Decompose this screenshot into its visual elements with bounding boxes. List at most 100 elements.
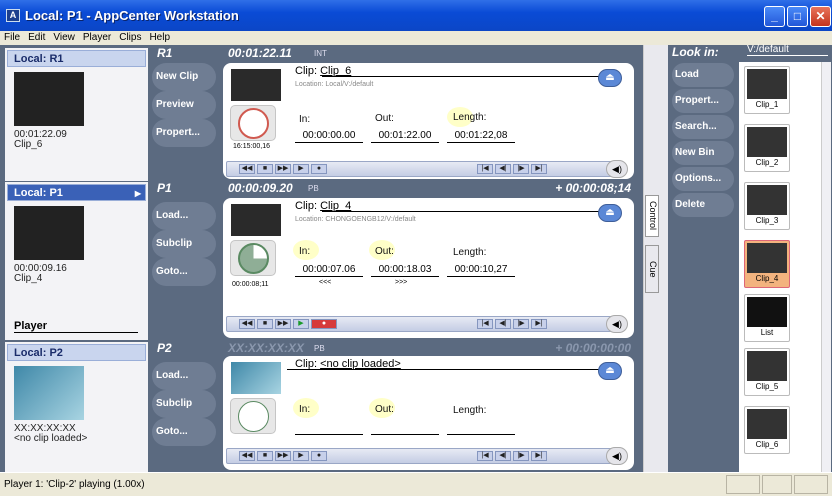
delete-button[interactable]: Delete (672, 193, 734, 217)
go-end-icon[interactable]: ▶| (531, 319, 547, 329)
bin-clip[interactable]: Clip_6 (744, 406, 790, 454)
bin-clip[interactable]: Clip_5 (744, 348, 790, 396)
step-forward-icon[interactable]: |▶ (513, 319, 529, 329)
p1-load-button[interactable]: Load... (152, 202, 216, 230)
go-end-icon[interactable]: ▶| (531, 451, 547, 461)
p2-in-label: In: (299, 404, 311, 415)
menu-player[interactable]: Player (79, 31, 115, 45)
r1-properties-button[interactable]: Propert... (152, 119, 216, 147)
bin-properties-button[interactable]: Propert... (672, 89, 734, 113)
speaker-icon[interactable]: ◀) (606, 315, 628, 333)
speaker-icon[interactable]: ◀) (606, 447, 628, 465)
step-forward-icon[interactable]: |▶ (513, 451, 529, 461)
list-icon (747, 297, 787, 327)
bin-path[interactable]: V:/default (747, 44, 828, 56)
rewind-icon[interactable]: ◀◀ (239, 164, 255, 174)
play-icon[interactable]: ▶ (293, 451, 309, 461)
step-back-icon[interactable]: ◀| (495, 451, 511, 461)
bin-load-button[interactable]: Load (672, 63, 734, 87)
p1-clip-thumbnail (231, 204, 281, 236)
p1-body: Clip: Clip_4 Location: CHONGOENGB12/V:/d… (223, 198, 634, 338)
p2-clip-line (287, 369, 600, 370)
r1-length-timecode: 00:01:22,08 (447, 130, 515, 143)
bin-search-button[interactable]: Search... (672, 115, 734, 139)
bin-clip-label: Clip_4 (755, 274, 779, 283)
p2-clip-thumbnail (231, 362, 281, 394)
step-back-icon[interactable]: ◀| (495, 319, 511, 329)
new-bin-button[interactable]: New Bin (672, 141, 734, 165)
p1-transport-bar: ◀◀ ■ ▶▶ ▶ ● |◀ ◀| |▶ ▶| (226, 316, 621, 332)
p1-goto-button[interactable]: Goto... (152, 258, 216, 286)
p2-goto-button[interactable]: Goto... (152, 418, 216, 446)
bin-scrollbar[interactable] (821, 62, 831, 472)
menu-help[interactable]: Help (145, 31, 174, 45)
bin-clip[interactable]: Clip_4 (744, 240, 790, 288)
p1-length-timecode: 00:00:10,27 (447, 264, 515, 277)
rewind-icon[interactable]: ◀◀ (239, 451, 255, 461)
r1-monitor[interactable]: Local: R1 00:01:22.09 Clip_6 (5, 48, 148, 181)
p1-out-timecode[interactable]: 00:00:18.03 (371, 264, 439, 277)
window-title: Local: P1 - AppCenter Workstation (25, 8, 239, 23)
p1-subclip-button[interactable]: Subclip (152, 230, 216, 258)
r1-out-timecode[interactable]: 00:01:22.00 (371, 130, 439, 143)
eject-icon[interactable]: ⏏ (598, 204, 622, 222)
p2-in-timecode[interactable] (295, 422, 363, 435)
p2-subclip-button[interactable]: Subclip (152, 390, 216, 418)
p1-header: P1 00:00:09.20 PB + 00:00:08;14 (152, 180, 641, 198)
fast-forward-icon[interactable]: ▶▶ (275, 451, 291, 461)
p2-monitor[interactable]: Local: P2 XX:XX:XX:XX <no clip loaded> (5, 342, 148, 472)
step-back-icon[interactable]: ◀| (495, 164, 511, 174)
menu-clips[interactable]: Clips (115, 31, 145, 45)
r1-state: INT (314, 49, 327, 58)
go-start-icon[interactable]: |◀ (477, 451, 493, 461)
p2-length-timecode (447, 422, 515, 435)
go-start-icon[interactable]: |◀ (477, 164, 493, 174)
play-icon[interactable]: ▶ (293, 319, 309, 329)
fast-forward-icon[interactable]: ▶▶ (275, 319, 291, 329)
preview-button[interactable]: Preview (152, 91, 216, 119)
p2-load-button[interactable]: Load... (152, 362, 216, 390)
menu-file[interactable]: File (0, 31, 24, 45)
new-clip-button[interactable]: New Clip (152, 63, 216, 91)
record-button-icon[interactable]: ● (311, 451, 327, 461)
p1-clip-caption: Clip: (295, 200, 318, 212)
bin-list: Clip_1 Clip_2 Clip_3 Clip_4 List Clip_5 … (739, 62, 831, 472)
stop-icon[interactable]: ■ (257, 164, 273, 174)
clip-thumbnail (747, 351, 787, 381)
menu-view[interactable]: View (49, 31, 79, 45)
status-cell (762, 475, 792, 494)
p2-out-timecode[interactable] (371, 422, 439, 435)
minimize-button[interactable]: _ (764, 6, 785, 27)
bin-clip-label: Clip_2 (755, 158, 779, 167)
rewind-icon[interactable]: ◀◀ (239, 319, 255, 329)
eject-icon[interactable]: ⏏ (598, 362, 622, 380)
bin-clip[interactable]: Clip_1 (744, 66, 790, 114)
bin-list-item[interactable]: List (744, 294, 790, 342)
r1-body: Clip: Clip_6 Location: Local/V:/default … (223, 63, 634, 179)
play-icon[interactable]: ▶ (293, 164, 309, 174)
fast-forward-icon[interactable]: ▶▶ (275, 164, 291, 174)
bin-clip[interactable]: Clip_3 (744, 182, 790, 230)
p1-in-timecode[interactable]: 00:00:07.06 (295, 264, 363, 277)
options-button[interactable]: Options... (672, 167, 734, 191)
clip-thumbnail (747, 185, 787, 215)
go-start-icon[interactable]: |◀ (477, 319, 493, 329)
tab-control[interactable]: Control (645, 195, 659, 237)
p1-monitor[interactable]: Local: P1 ▶ 00:00:09.16 Clip_4 Player (5, 182, 148, 340)
maximize-button[interactable]: □ (787, 6, 808, 27)
menu-edit[interactable]: Edit (24, 31, 49, 45)
p2-name: P2 (157, 341, 172, 355)
record-button-icon[interactable]: ● (311, 164, 327, 174)
step-forward-icon[interactable]: |▶ (513, 164, 529, 174)
tab-cue[interactable]: Cue (645, 245, 659, 293)
stop-icon[interactable]: ■ (257, 319, 273, 329)
record-button-icon[interactable]: ● (311, 319, 337, 329)
stop-icon[interactable]: ■ (257, 451, 273, 461)
go-end-icon[interactable]: ▶| (531, 164, 547, 174)
speaker-icon[interactable]: ◀) (606, 160, 628, 178)
status-text: Player 1: 'Clip-2' playing (1.00x) (4, 479, 145, 490)
bin-clip[interactable]: Clip_2 (744, 124, 790, 172)
close-button[interactable]: ✕ (810, 6, 831, 27)
r1-in-timecode[interactable]: 00:00:00.00 (295, 130, 363, 143)
eject-icon[interactable]: ⏏ (598, 69, 622, 87)
